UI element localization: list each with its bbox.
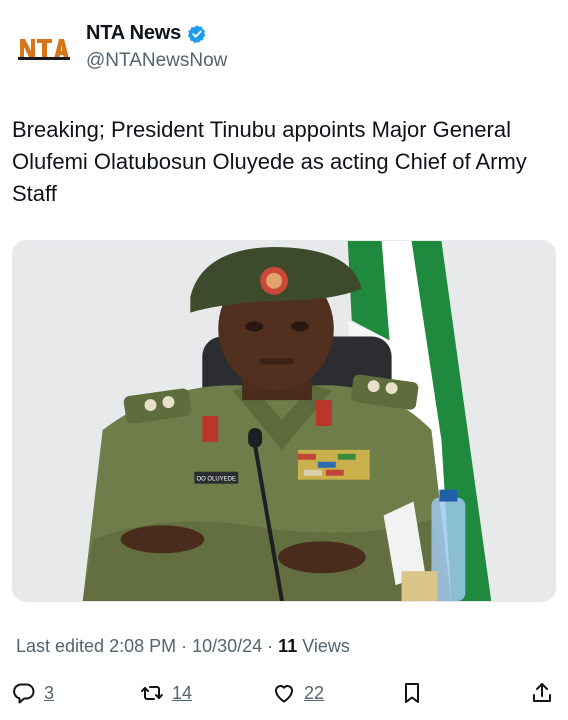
like-count: 22 — [304, 682, 325, 703]
repost-button[interactable]: 14 — [140, 676, 192, 710]
share-icon — [533, 683, 551, 702]
heart-icon — [275, 685, 293, 703]
avatar[interactable] — [12, 16, 76, 80]
reply-icon — [13, 683, 35, 704]
tweet-header: NTA News @NTANewsNow — [12, 16, 552, 80]
tweet-meta: Last edited 2:08 PM · 10/30/24 · 11 View… — [16, 636, 350, 657]
like-button[interactable]: 22 — [272, 676, 324, 710]
photo-illustration: OO OLUYEDE — [13, 241, 555, 601]
verified-badge-icon — [188, 24, 206, 43]
nta-logo — [18, 39, 70, 60]
repost-icon — [141, 686, 163, 700]
name-tag-text: OO OLUYEDE — [196, 477, 236, 483]
bookmark-icon — [405, 683, 419, 703]
views-count: 11 — [278, 636, 298, 656]
repost-count: 14 — [172, 682, 193, 703]
reply-count: 3 — [44, 682, 55, 703]
action-bar: 3 14 22 — [0, 676, 568, 710]
display-name[interactable]: NTA News — [86, 22, 181, 45]
views-label: Views — [302, 636, 350, 656]
tweet-text: Breaking; President Tinubu appoints Majo… — [12, 117, 527, 206]
user-handle[interactable]: @NTANewsNow — [86, 50, 227, 72]
name-row: NTA News — [86, 22, 207, 45]
tweet-photo[interactable]: OO OLUYEDE — [12, 240, 556, 602]
reply-button[interactable]: 3 — [12, 676, 54, 710]
share-button[interactable] — [530, 676, 554, 710]
bookmark-button[interactable] — [400, 676, 424, 710]
edited-timestamp[interactable]: Last edited 2:08 PM · 10/30/24 · — [16, 636, 273, 657]
